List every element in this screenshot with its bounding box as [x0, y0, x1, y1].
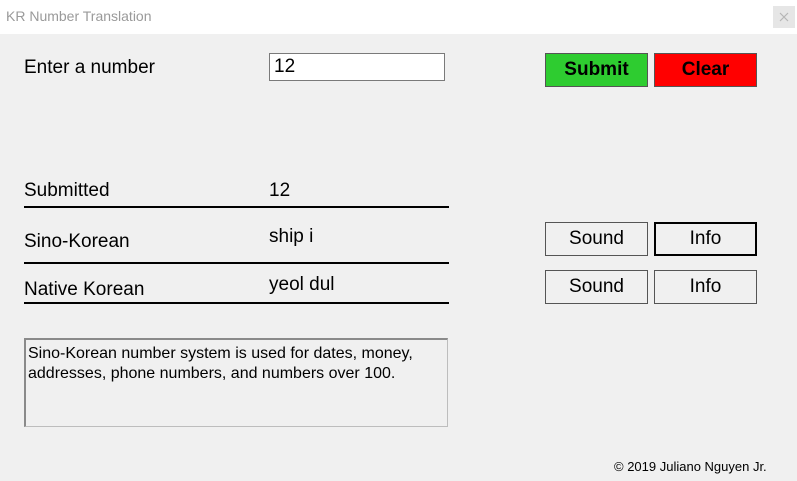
- native-sound-button[interactable]: Sound: [545, 270, 648, 304]
- title-bar: KR Number Translation: [0, 0, 797, 34]
- sino-korean-value: ship i: [269, 226, 314, 247]
- window-title: KR Number Translation: [6, 8, 152, 24]
- submitted-label: Submitted: [24, 180, 110, 201]
- sino-sound-button[interactable]: Sound: [545, 222, 648, 256]
- submitted-divider: [24, 206, 449, 208]
- info-text-box: Sino-Korean number system is used for da…: [24, 338, 448, 427]
- submit-button[interactable]: Submit: [545, 53, 648, 87]
- native-korean-divider: [24, 302, 449, 304]
- close-button[interactable]: [773, 6, 795, 28]
- native-korean-label: Native Korean: [24, 279, 145, 300]
- sino-korean-divider: [24, 262, 449, 264]
- sino-info-button[interactable]: Info: [654, 222, 757, 256]
- sino-korean-label: Sino-Korean: [24, 231, 130, 252]
- clear-button[interactable]: Clear: [654, 53, 757, 87]
- copyright-text: © 2019 Juliano Nguyen Jr.: [614, 459, 767, 474]
- close-icon: [779, 12, 789, 22]
- native-korean-value: yeol dul: [269, 274, 335, 295]
- enter-number-label: Enter a number: [24, 57, 155, 78]
- native-info-button[interactable]: Info: [654, 270, 757, 304]
- submitted-value: 12: [269, 180, 291, 201]
- number-input[interactable]: [269, 53, 445, 81]
